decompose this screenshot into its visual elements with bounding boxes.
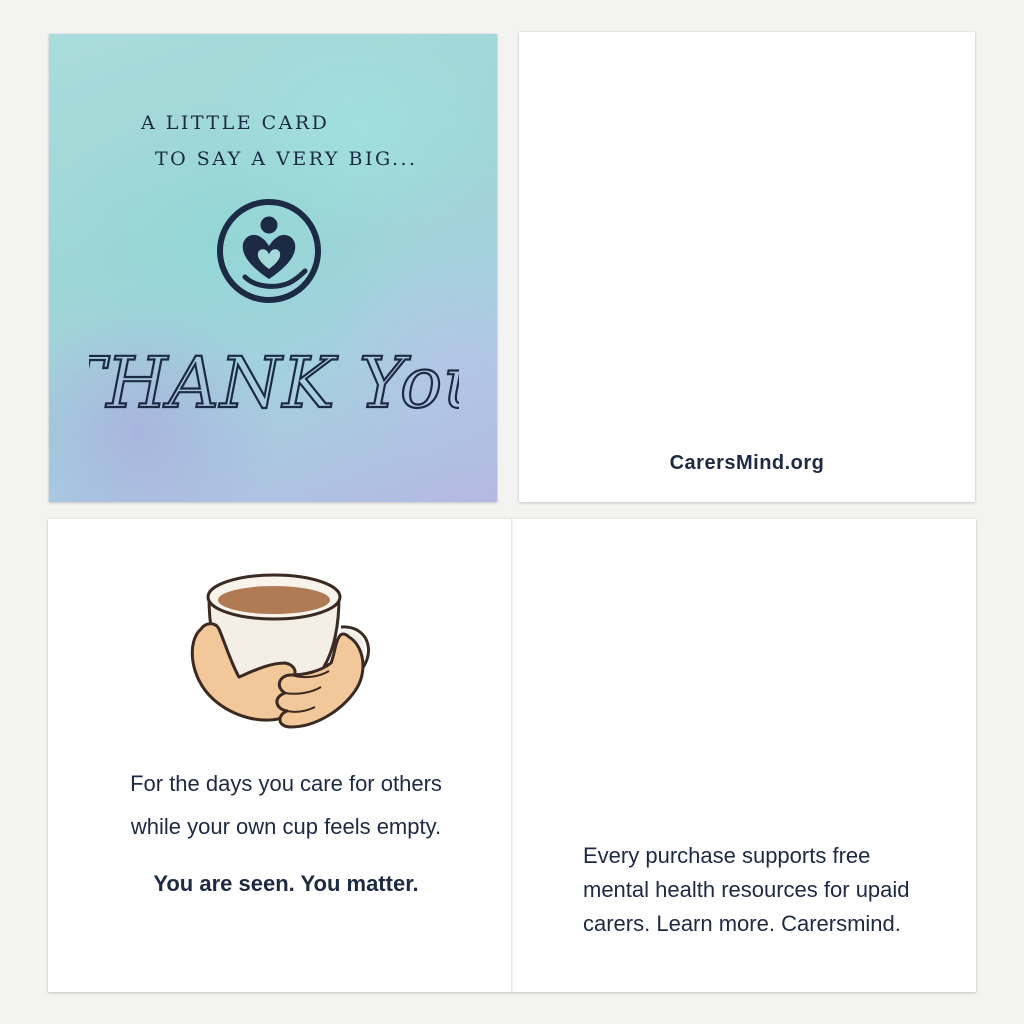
back-cover: CarersMind.org (519, 32, 975, 502)
front-cover: A LITTLE CARD TO SAY A VERY BIG... THANK… (49, 34, 497, 502)
caring-hands-heart-logo-icon (217, 199, 321, 303)
tagline-line-1: A LITTLE CARD (141, 112, 330, 134)
inside-spread: For the days you care for others while y… (48, 519, 976, 992)
thank-you-headline: THANK You (89, 341, 459, 425)
message-line-2: while your own cup feels empty. (130, 814, 442, 839)
website-label: CarersMind.org (669, 452, 825, 474)
promo-line-1: Every purchase supports free (583, 843, 871, 868)
promo-line-3: carers. Learn more. Carersmind. (583, 911, 901, 936)
hands-holding-tea-cup-icon (190, 573, 370, 729)
message-line-1: For the days you care for others (130, 771, 442, 796)
card-fold-line (511, 519, 513, 992)
affirmation-text: You are seen. You matter. (153, 871, 419, 896)
tagline-line-2: TO SAY A VERY BIG... (155, 148, 418, 170)
thank-you-text: THANK You (89, 342, 459, 424)
promo-line-2: mental health resources for upaid (583, 877, 910, 902)
